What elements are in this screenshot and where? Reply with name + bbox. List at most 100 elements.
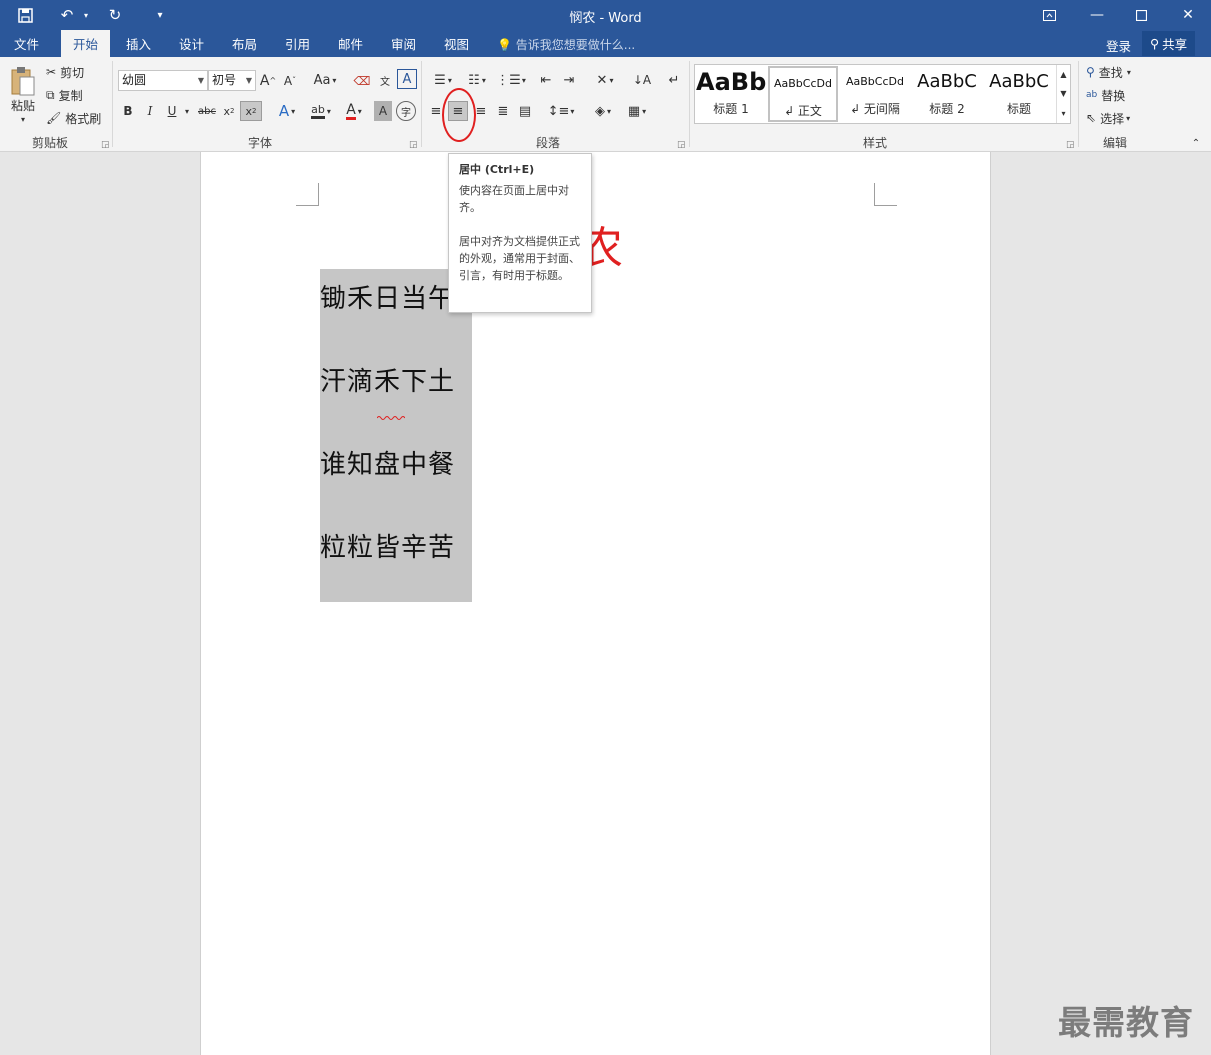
style-name: ↲ 无间隔 bbox=[850, 102, 900, 116]
style-heading-2[interactable]: AaBbC 标题 2 bbox=[912, 66, 982, 122]
cut-button[interactable]: ✂ 剪切 bbox=[46, 63, 102, 81]
style-preview: AaBbC bbox=[989, 71, 1049, 92]
grow-font-icon[interactable]: A ^ bbox=[260, 70, 276, 91]
style-normal[interactable]: AaBbCcDd ↲ 正文 bbox=[768, 66, 838, 122]
decrease-indent-icon[interactable]: ⇤ bbox=[536, 70, 556, 90]
underline-icon[interactable]: U bbox=[164, 101, 180, 121]
select-button[interactable]: ⇖ 选择 ▾ bbox=[1086, 109, 1146, 127]
enclose-characters-icon[interactable]: 字 bbox=[396, 101, 416, 121]
tooltip-title: 居中 (Ctrl+E) bbox=[459, 163, 535, 176]
tab-references[interactable]: 引用 bbox=[273, 30, 322, 57]
chevron-down-icon[interactable]: ▾ bbox=[182, 101, 192, 121]
poem-line[interactable]: 锄禾日当午 bbox=[320, 278, 455, 315]
style-preview: AaBbCcDd bbox=[774, 77, 832, 90]
clear-formatting-icon[interactable]: ⌫ bbox=[352, 70, 372, 91]
style-no-spacing[interactable]: AaBbCcDd ↲ 无间隔 bbox=[840, 66, 910, 122]
show-marks-icon[interactable]: ↵ bbox=[664, 70, 684, 90]
ribbon: 粘贴 ▾ ✂ 剪切 ⧉ 复制 🖌 格式刷 剪贴板 ◲ 幼圆 ▼ 初号 ▼ A ^ Aˇ Aa… bbox=[0, 57, 1211, 152]
font-size-combo[interactable]: 初号 ▼ bbox=[208, 70, 256, 91]
shading-icon[interactable]: ◈ ▾ bbox=[588, 101, 618, 121]
minimize-button[interactable]: — bbox=[1074, 0, 1120, 30]
chevron-down-icon: ▾ bbox=[1126, 113, 1131, 123]
maximize-button[interactable] bbox=[1118, 0, 1164, 30]
document-page[interactable]: 农 锄禾日当午 汗滴禾下土 谁知盘中餐 粒粒皆辛苦 bbox=[200, 152, 991, 1055]
collapse-ribbon-icon[interactable]: ⌃ bbox=[1188, 137, 1204, 149]
share-button[interactable]: ⚲ 共享 bbox=[1142, 31, 1196, 56]
font-launcher-icon[interactable]: ◲ bbox=[409, 140, 418, 150]
format-painter-label: 格式刷 bbox=[65, 111, 102, 126]
tab-review[interactable]: 审阅 bbox=[379, 30, 428, 57]
ribbon-display-icon[interactable] bbox=[1026, 0, 1072, 30]
numbering-icon[interactable]: ☷ ▾ bbox=[462, 70, 492, 90]
tab-design[interactable]: 设计 bbox=[167, 30, 216, 57]
gallery-up-icon[interactable]: ▲ bbox=[1056, 65, 1070, 84]
change-case-label: Aa bbox=[313, 73, 331, 88]
replace-button[interactable]: ab 替换 bbox=[1086, 86, 1136, 104]
tab-layout[interactable]: 布局 bbox=[220, 30, 269, 57]
copy-icon: ⧉ bbox=[46, 87, 55, 102]
login-link[interactable]: 登录 bbox=[1106, 36, 1131, 55]
chevron-down-icon: ▼ bbox=[245, 76, 252, 85]
tab-mailings[interactable]: 邮件 bbox=[326, 30, 375, 57]
subscript-icon[interactable]: x2 bbox=[220, 101, 238, 121]
italic-icon[interactable]: I bbox=[142, 101, 158, 121]
change-case-button[interactable]: Aa ▾ bbox=[310, 70, 340, 91]
sort-icon[interactable]: ↓A bbox=[632, 70, 652, 90]
style-name: 标题 1 bbox=[713, 102, 749, 116]
line-spacing-icon[interactable]: ↕≡ ▾ bbox=[546, 101, 576, 121]
poem-line[interactable]: 谁知盘中餐 bbox=[320, 444, 455, 481]
paragraph-launcher-icon[interactable]: ◲ bbox=[677, 140, 686, 150]
borders-icon[interactable]: ▦ ▾ bbox=[622, 101, 652, 121]
tab-home[interactable]: 开始 bbox=[61, 30, 111, 57]
brush-icon: 🖌 bbox=[46, 111, 62, 125]
bold-icon[interactable]: B bbox=[120, 101, 136, 121]
tab-insert[interactable]: 插入 bbox=[114, 30, 163, 57]
strikethrough-icon[interactable]: abc bbox=[196, 101, 218, 121]
bullets-icon[interactable]: ☰ ▾ bbox=[428, 70, 458, 90]
style-name: 标题 2 bbox=[929, 102, 965, 116]
justify-icon[interactable]: ≣ bbox=[494, 101, 512, 121]
close-button[interactable]: ✕ bbox=[1165, 0, 1211, 30]
distributed-icon[interactable]: ▤ bbox=[515, 101, 535, 121]
character-border-icon[interactable]: A bbox=[397, 69, 417, 89]
text-effects-icon[interactable]: A ▾ bbox=[274, 101, 300, 121]
lightbulb-icon: 💡 bbox=[497, 38, 512, 52]
superscript-icon[interactable]: x2 bbox=[240, 101, 262, 121]
chinese-layout-icon[interactable]: ✕ ▾ bbox=[590, 70, 620, 90]
font-name-combo[interactable]: 幼圆 ▼ bbox=[118, 70, 208, 91]
style-heading-1[interactable]: AaBb 标题 1 bbox=[696, 66, 766, 122]
chevron-down-icon: ▾ bbox=[1126, 67, 1131, 77]
character-shading-icon[interactable]: A bbox=[374, 101, 392, 121]
paste-dropdown-icon[interactable]: ▾ bbox=[18, 114, 28, 124]
multilevel-list-icon[interactable]: ⋮☰ ▾ bbox=[496, 70, 526, 90]
font-name-value: 幼圆 bbox=[122, 73, 147, 87]
clipboard-launcher-icon[interactable]: ◲ bbox=[101, 140, 110, 150]
paste-icon[interactable] bbox=[8, 63, 38, 99]
paste-button[interactable]: 粘贴 bbox=[6, 96, 40, 114]
search-icon: ⚲ bbox=[1086, 65, 1095, 79]
styles-launcher-icon[interactable]: ◲ bbox=[1066, 140, 1075, 150]
style-title[interactable]: AaBbC 标题 bbox=[984, 66, 1054, 122]
styles-group-label: 样式 bbox=[862, 136, 887, 150]
tab-view[interactable]: 视图 bbox=[432, 30, 481, 57]
gallery-down-icon[interactable]: ▼ bbox=[1056, 84, 1070, 103]
style-preview: AaBb bbox=[696, 68, 766, 96]
poem-line[interactable]: 汗滴禾下土 bbox=[320, 361, 455, 398]
tab-file[interactable]: 文件 bbox=[2, 30, 51, 57]
increase-indent-icon[interactable]: ⇥ bbox=[559, 70, 579, 90]
style-preview: AaBbCcDd bbox=[846, 75, 904, 88]
shrink-font-icon[interactable]: Aˇ bbox=[282, 70, 298, 91]
gallery-more-icon[interactable]: ▾ bbox=[1056, 103, 1070, 123]
font-group-label: 字体 bbox=[247, 136, 272, 150]
tell-me-box[interactable]: 💡 告诉我您想要做什么... bbox=[497, 36, 635, 53]
phonetic-guide-icon[interactable]: 文 bbox=[375, 70, 395, 91]
find-button[interactable]: ⚲ 查找 ▾ bbox=[1086, 63, 1146, 81]
style-preview: AaBbC bbox=[917, 71, 977, 92]
format-painter-button[interactable]: 🖌 格式刷 bbox=[46, 109, 106, 127]
highlight-color-icon[interactable]: ab ▾ bbox=[305, 101, 337, 121]
font-color-icon[interactable]: A ▾ bbox=[340, 101, 368, 121]
copy-button[interactable]: ⧉ 复制 bbox=[46, 86, 102, 104]
font-size-value: 初号 bbox=[212, 73, 237, 87]
poem-line[interactable]: 粒粒皆辛苦 bbox=[320, 527, 455, 564]
style-name: ↲ 正文 bbox=[784, 104, 822, 118]
